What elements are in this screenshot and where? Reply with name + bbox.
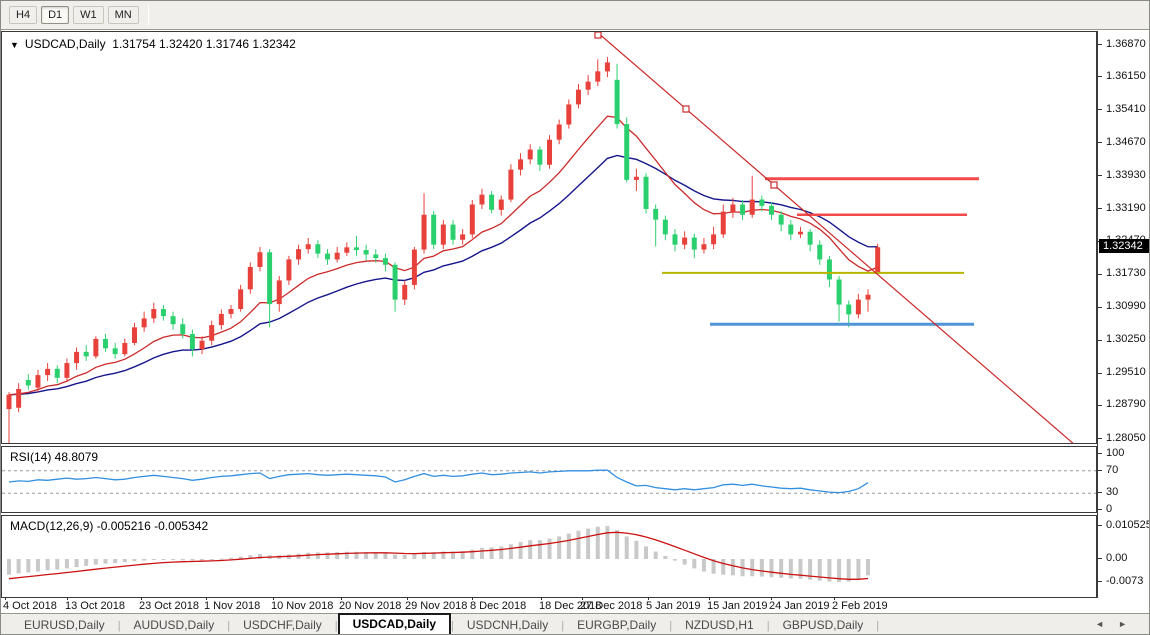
rsi-tick-label: 0 — [1106, 503, 1112, 515]
date-label: 2 Feb 2019 — [832, 600, 888, 612]
axis-tick-mark — [1098, 175, 1102, 176]
chart-dropdown-icon[interactable]: ▼ — [10, 40, 19, 50]
price-tick-label: 1.30990 — [1106, 300, 1146, 312]
main-price-panel[interactable]: ▼ USDCAD,Daily 1.31754 1.32420 1.31746 1.… — [1, 31, 1097, 444]
price-tick-label: 1.34670 — [1106, 136, 1146, 148]
price-tick-label: 1.35410 — [1106, 103, 1146, 115]
date-label: 27 Dec 2018 — [580, 600, 642, 612]
tab-usdcnh[interactable]: USDCNH,Daily — [454, 615, 561, 635]
axis-tick-mark — [1098, 581, 1102, 582]
macd-label: MACD(12,26,9) -0.005216 -0.005342 — [10, 519, 208, 533]
axis-tick-mark — [1098, 208, 1102, 209]
axis-tick-mark — [1098, 142, 1102, 143]
rsi-line[interactable] — [9, 470, 868, 492]
trendline-handle[interactable] — [683, 106, 689, 112]
price-tick-label: 1.33930 — [1106, 169, 1146, 181]
price-tick-label: 1.28050 — [1106, 432, 1146, 444]
date-label: 4 Oct 2018 — [3, 600, 57, 612]
axis-tick-mark — [1098, 492, 1102, 493]
trendline-handle[interactable] — [595, 32, 601, 38]
chart-symbol-label: USDCAD,Daily — [25, 37, 106, 51]
macd-tick-label: 0.00 — [1106, 552, 1127, 564]
macd-signal-line[interactable] — [9, 532, 868, 579]
macd-panel[interactable]: MACD(12,26,9) -0.005216 -0.005342 — [1, 515, 1097, 598]
price-tick-label: 1.30250 — [1106, 333, 1146, 345]
date-label: 23 Oct 2018 — [139, 600, 199, 612]
price-tick-label: 1.29510 — [1106, 366, 1146, 378]
moving-averages[interactable] — [9, 116, 878, 395]
axis-tick-mark — [1098, 307, 1102, 308]
timeframe-toolbar: H4D1W1MN — [1, 1, 1150, 30]
axis-tick-mark — [1098, 109, 1102, 110]
mt4-window: H4D1W1MN ▼ USDCAD,Daily 1.31754 1.32420 1… — [0, 0, 1150, 635]
tab-usdcad[interactable]: USDCAD,Daily — [338, 613, 451, 635]
toolbar-separator — [148, 5, 149, 25]
price-axis[interactable]: 1.36870 1.36150 1.35410 1.34670 1.33930 1.331… — [1097, 31, 1150, 598]
axis-tick-mark — [1098, 509, 1102, 510]
trendline-handle[interactable] — [771, 182, 777, 188]
axis-tick-mark — [1098, 274, 1102, 275]
timeframe-button-d1[interactable]: D1 — [41, 6, 69, 24]
date-label: 8 Dec 2018 — [470, 600, 526, 612]
axis-tick-mark — [1098, 373, 1102, 374]
tab-eurusd[interactable]: EURUSD,Daily — [11, 615, 118, 635]
candles[interactable] — [7, 57, 881, 443]
rsi-panel[interactable]: RSI(14) 48.8079 — [1, 446, 1097, 513]
macd-tick-label: -0.0073 — [1106, 575, 1143, 587]
axis-tick-mark — [1098, 525, 1102, 526]
chart-ohlc-values: 1.31754 1.32420 1.31746 1.32342 — [112, 37, 296, 51]
timeframe-button-mn[interactable]: MN — [108, 6, 139, 24]
timeframe-button-w1[interactable]: W1 — [73, 6, 104, 24]
price-tick-label: 1.33190 — [1106, 202, 1146, 214]
price-tick-label: 1.36150 — [1106, 70, 1146, 82]
chart-area: ▼ USDCAD,Daily 1.31754 1.32420 1.31746 1.… — [1, 30, 1150, 613]
axis-tick-mark — [1098, 453, 1102, 454]
timeframe-button-h4[interactable]: H4 — [9, 6, 37, 24]
date-label: 1 Nov 2018 — [204, 600, 260, 612]
rsi-label: RSI(14) 48.8079 — [10, 450, 98, 464]
rsi-tick-label: 100 — [1106, 447, 1124, 459]
tab-usdchf[interactable]: USDCHF,Daily — [230, 615, 335, 635]
chart-objects[interactable] — [595, 32, 1075, 443]
axis-tick-mark — [1098, 470, 1102, 471]
date-axis[interactable]: 4 Oct 2018 13 Oct 2018 23 Oct 2018 1 Nov 20… — [1, 598, 1150, 613]
date-label: 29 Nov 2018 — [405, 600, 467, 612]
date-label: 10 Nov 2018 — [271, 600, 333, 612]
axis-tick-mark — [1098, 405, 1102, 406]
tab-audusd[interactable]: AUDUSD,Daily — [121, 615, 228, 635]
macd-tick-label: 0.010525 — [1106, 519, 1150, 531]
date-label: 20 Nov 2018 — [339, 600, 401, 612]
tab-separator: | — [876, 620, 879, 635]
date-label: 24 Jan 2019 — [769, 600, 830, 612]
price-tick-label: 1.31730 — [1106, 267, 1146, 279]
rsi-tick-label: 70 — [1106, 464, 1118, 476]
date-label: 13 Oct 2018 — [65, 600, 125, 612]
descending-trendline[interactable] — [597, 32, 1075, 443]
axis-tick-mark — [1098, 76, 1102, 77]
tab-gbpusd[interactable]: GBPUSD,Daily — [770, 615, 877, 635]
date-label: 5 Jan 2019 — [646, 600, 700, 612]
rsi-tick-label: 30 — [1106, 486, 1118, 498]
date-label: 15 Jan 2019 — [707, 600, 768, 612]
axis-tick-mark — [1098, 340, 1102, 341]
symbol-tab-bar: EURUSD,Daily|AUDUSD,Daily|USDCHF,Daily|U… — [1, 613, 1150, 635]
chart-title: ▼ USDCAD,Daily 1.31754 1.32420 1.31746 1.… — [10, 37, 296, 51]
price-tick-label: 1.36870 — [1106, 38, 1146, 50]
tab-scroll-arrows[interactable]: ◄► — [1095, 619, 1141, 629]
tab-nzdusd[interactable]: NZDUSD,H1 — [672, 615, 767, 635]
current-price-badge: 1.32342 — [1099, 239, 1150, 253]
price-tick-label: 1.28790 — [1106, 398, 1146, 410]
axis-tick-mark — [1098, 558, 1102, 559]
macd-histogram[interactable] — [7, 526, 870, 582]
axis-tick-mark — [1098, 438, 1102, 439]
candlestick-chart-canvas[interactable] — [2, 32, 1096, 443]
axis-tick-mark — [1098, 44, 1102, 45]
tab-eurgbp[interactable]: EURGBP,Daily — [564, 615, 669, 635]
rsi-chart-canvas[interactable] — [2, 447, 1096, 512]
